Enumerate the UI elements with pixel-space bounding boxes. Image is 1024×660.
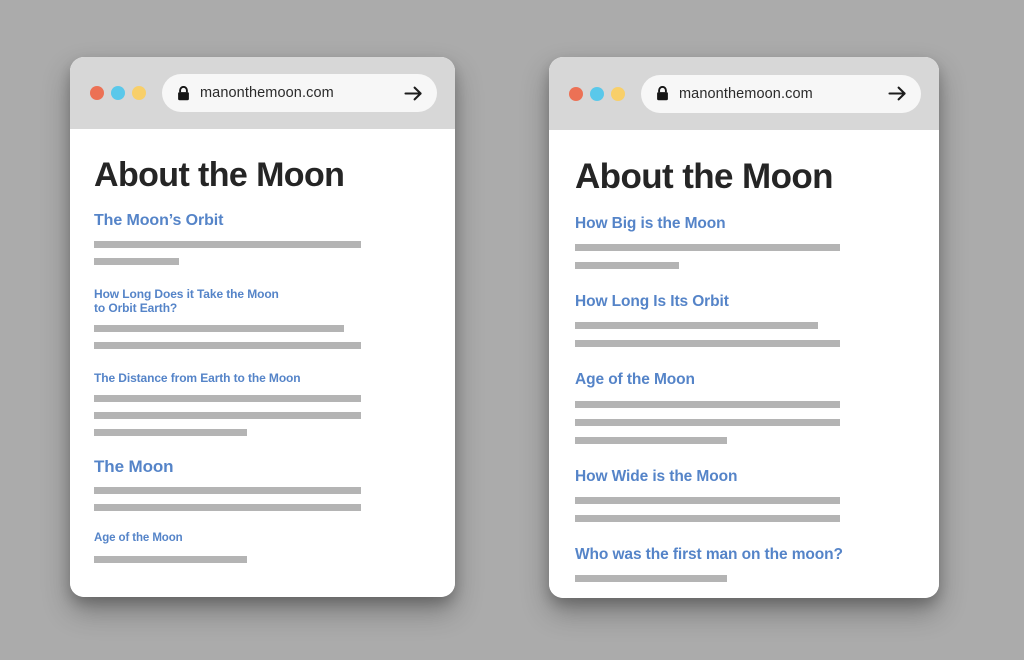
text-placeholder-bar <box>94 257 179 265</box>
page-content: About the Moon The Moon’s Orbit How Long D… <box>70 129 455 597</box>
browser-toolbar: manonthemoon.com <box>549 57 939 130</box>
page-title: About the Moon <box>575 157 834 196</box>
section-heading: Age of the Moon <box>94 532 183 545</box>
page-content: About the Moon How Big is the Moon How Lon… <box>549 130 939 598</box>
content-section: How Wide is the Moon <box>575 468 939 522</box>
text-placeholder-bar <box>94 240 361 248</box>
address-bar-url: manonthemoon.com <box>200 85 334 101</box>
arrow-right-icon[interactable] <box>404 85 423 102</box>
content-section: How Big is the Moon <box>575 214 939 270</box>
section-heading: How Long Is Its Orbit <box>575 293 729 311</box>
text-placeholder-bar <box>575 514 840 522</box>
text-placeholder-bar <box>575 262 679 270</box>
section-heading: How Wide is the Moon <box>575 467 738 485</box>
text-placeholder-bar <box>94 395 361 403</box>
section-heading: How Big is the Moon <box>575 214 726 232</box>
window-control-yellow[interactable] <box>132 86 146 100</box>
section-heading: The Distance from Earth to the Moon <box>94 370 301 385</box>
window-control-blue[interactable] <box>590 86 604 101</box>
content-section: Age of the Moon <box>575 371 939 444</box>
address-bar[interactable]: manonthemoon.com <box>162 74 437 112</box>
content-section: How Long Does it Take the Moon to Orbit … <box>94 287 455 349</box>
lock-icon <box>657 86 668 101</box>
text-placeholder-bar <box>575 244 840 252</box>
content-section: The Moon’s Orbit <box>94 212 455 265</box>
section-heading: Who was the first man on the moon? <box>575 545 843 563</box>
address-bar[interactable]: manonthemoon.com <box>641 74 921 113</box>
text-placeholder-bar <box>575 400 840 408</box>
text-placeholder-bar <box>94 487 361 495</box>
comparison-stage: manonthemoon.com About the Moon The Moon’s… <box>0 0 1024 660</box>
window-control-red[interactable] <box>90 86 104 100</box>
section-heading: The Moon <box>94 457 174 477</box>
content-section: The Distance from Earth to the Moon <box>94 370 455 437</box>
browser-toolbar: manonthemoon.com <box>70 57 455 129</box>
window-control-blue[interactable] <box>111 86 125 100</box>
text-placeholder-bar <box>575 418 840 426</box>
window-control-yellow[interactable] <box>611 86 625 101</box>
page-title: About the Moon <box>94 156 345 194</box>
browser-window-left: manonthemoon.com About the Moon The Moon’s… <box>70 57 455 597</box>
section-heading: How Long Does it Take the Moon to Orbit … <box>94 286 279 315</box>
text-placeholder-bar <box>94 429 247 437</box>
text-placeholder-bar <box>575 575 727 583</box>
content-section: How Long Is Its Orbit <box>575 293 939 348</box>
text-placeholder-bar <box>94 341 361 349</box>
text-placeholder-bar <box>94 324 344 332</box>
content-section: Who was the first man on the moon? <box>575 545 939 583</box>
text-placeholder-bar <box>94 412 361 420</box>
text-placeholder-bar <box>94 555 247 563</box>
lock-icon <box>178 85 189 100</box>
text-placeholder-bar <box>575 436 727 444</box>
address-bar-url: manonthemoon.com <box>679 85 813 102</box>
window-controls <box>90 86 146 100</box>
section-heading: The Moon’s Orbit <box>94 211 224 229</box>
text-placeholder-bar <box>94 504 361 512</box>
text-placeholder-bar <box>575 340 840 348</box>
section-heading: Age of the Moon <box>575 371 695 389</box>
window-control-red[interactable] <box>569 86 583 101</box>
browser-window-right: manonthemoon.com About the Moon How Big is… <box>549 57 939 598</box>
text-placeholder-bar <box>575 322 818 330</box>
text-placeholder-bar <box>575 496 840 504</box>
content-section: Age of the Moon <box>94 532 455 563</box>
arrow-right-icon[interactable] <box>888 85 907 102</box>
content-section: The Moon <box>94 457 455 512</box>
window-controls <box>569 86 625 101</box>
